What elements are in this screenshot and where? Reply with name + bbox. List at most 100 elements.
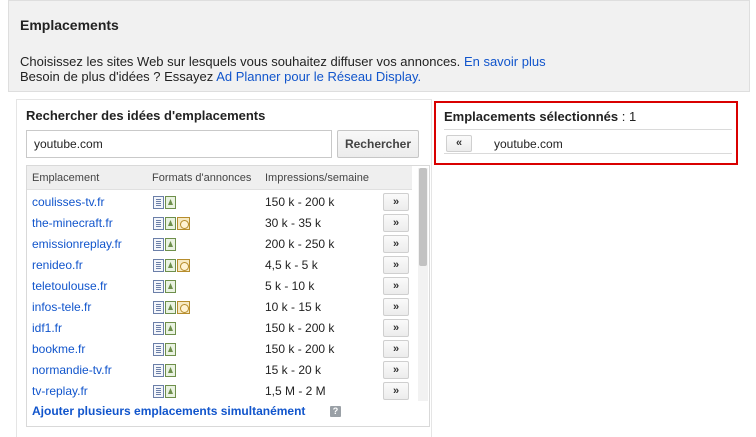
text-ad-icon [153,196,164,209]
scrollbar-thumb[interactable] [419,168,427,266]
impressions-value: 10 k - 15 k [265,300,322,314]
impressions-value: 200 k - 250 k [265,237,335,251]
text-ad-icon [153,217,164,230]
add-placement-button[interactable]: » [383,277,409,295]
intro-sentence: Choisissez les sites Web sur lesquels vo… [20,54,461,69]
text-ad-icon [153,301,164,314]
impressions-value: 5 k - 10 k [265,279,315,293]
add-placement-button[interactable]: » [383,235,409,253]
ad-formats [153,217,190,231]
ad-formats [153,280,176,294]
image-ad-icon [165,259,176,272]
impressions-value: 4,5 k - 5 k [265,258,318,272]
add-placement-button[interactable]: » [383,340,409,358]
ad-formats [153,322,176,336]
impressions-value: 150 k - 200 k [265,321,335,335]
text-ad-icon [153,385,164,398]
placement-link[interactable]: teletoulouse.fr [32,279,107,293]
image-ad-icon [165,196,176,209]
selected-count: : 1 [621,109,637,124]
divider [444,129,732,130]
text-ad-icon [153,364,164,377]
table-row: tv-replay.fr 1,5 M - 2 M » [27,381,417,402]
placement-link[interactable]: normandie-tv.fr [32,363,112,377]
add-placement-button[interactable]: » [383,214,409,232]
text-ad-icon [153,280,164,293]
image-ad-icon [165,343,176,356]
impressions-value: 150 k - 200 k [265,342,335,356]
results-header: Emplacement Formats d'annonces Impressio… [27,166,412,190]
table-row: emissionreplay.fr 200 k - 250 k » [27,234,417,255]
table-row: coulisses-tv.fr 150 k - 200 k » [27,192,417,213]
placement-link[interactable]: emissionreplay.fr [32,237,122,251]
placement-link[interactable]: bookme.fr [32,342,85,356]
column-header-formats: Formats d'annonces [152,172,252,184]
image-ad-icon [165,364,176,377]
intro-text: Choisissez les sites Web sur lesquels vo… [20,54,546,69]
add-placement-button[interactable]: » [383,193,409,211]
table-row: teletoulouse.fr 5 k - 10 k » [27,276,417,297]
ad-formats [153,301,190,315]
image-ad-icon [165,322,176,335]
selected-placements-title: Emplacements sélectionnés : 1 [444,109,636,124]
ad-formats [153,259,190,273]
results-scrollbar[interactable] [418,168,428,401]
ad-formats [153,385,176,399]
text-ad-icon [153,259,164,272]
selected-title-label: Emplacements sélectionnés [444,109,619,124]
table-row: the-minecraft.fr 30 k - 35 k » [27,213,417,234]
ad-formats [153,343,176,357]
add-placement-button[interactable]: » [383,256,409,274]
remove-placement-button[interactable]: « [446,135,472,152]
add-placement-button[interactable]: » [383,298,409,316]
placement-link[interactable]: renideo.fr [32,258,83,272]
ad-formats [153,238,176,252]
search-button[interactable]: Rechercher [337,130,419,158]
search-input[interactable] [26,130,332,158]
image-ad-icon [165,238,176,251]
placement-link[interactable]: infos-tele.fr [32,300,91,314]
table-row: infos-tele.fr 10 k - 15 k » [27,297,417,318]
results-table: Emplacement Formats d'annonces Impressio… [26,165,430,427]
image-ad-icon [165,280,176,293]
table-row: bookme.fr 150 k - 200 k » [27,339,417,360]
ad-planner-link[interactable]: Ad Planner pour le Réseau Display. [216,69,421,84]
impressions-value: 1,5 M - 2 M [265,384,326,398]
table-row: normandie-tv.fr 15 k - 20 k » [27,360,417,381]
text-ad-icon [153,343,164,356]
learn-more-link[interactable]: En savoir plus [464,54,546,69]
table-row: renideo.fr 4,5 k - 5 k » [27,255,417,276]
ideas-sentence: Besoin de plus d'idées ? Essayez [20,69,214,84]
help-icon[interactable]: ? [330,406,341,417]
add-placement-button[interactable]: » [383,361,409,379]
placement-link[interactable]: coulisses-tv.fr [32,195,104,209]
impressions-value: 150 k - 200 k [265,195,335,209]
video-ad-icon [177,217,190,230]
selected-placements-panel: Emplacements sélectionnés : 1 « youtube.… [434,101,738,165]
ad-formats [153,196,176,210]
image-ad-icon [165,217,176,230]
divider [444,153,732,154]
placement-link[interactable]: the-minecraft.fr [32,216,113,230]
impressions-value: 30 k - 35 k [265,216,322,230]
column-header-impressions: Impressions/semaine [265,172,369,184]
page-title: Emplacements [20,17,119,33]
image-ad-icon [165,385,176,398]
add-placement-button[interactable]: » [383,319,409,337]
ideas-text: Besoin de plus d'idées ? Essayez Ad Plan… [20,69,421,84]
add-placement-button[interactable]: » [383,382,409,400]
ad-formats [153,364,176,378]
text-ad-icon [153,322,164,335]
selected-placement-item: youtube.com [494,137,563,151]
impressions-value: 15 k - 20 k [265,363,322,377]
placement-link[interactable]: tv-replay.fr [32,384,88,398]
search-panel-title: Rechercher des idées d'emplacements [26,108,266,123]
video-ad-icon [177,301,190,314]
text-ad-icon [153,238,164,251]
image-ad-icon [165,301,176,314]
column-header-placement: Emplacement [32,172,100,184]
placement-link[interactable]: idf1.fr [32,321,62,335]
video-ad-icon [177,259,190,272]
table-row: idf1.fr 150 k - 200 k » [27,318,417,339]
add-multiple-placements-link[interactable]: Ajouter plusieurs emplacements simultané… [32,404,305,418]
